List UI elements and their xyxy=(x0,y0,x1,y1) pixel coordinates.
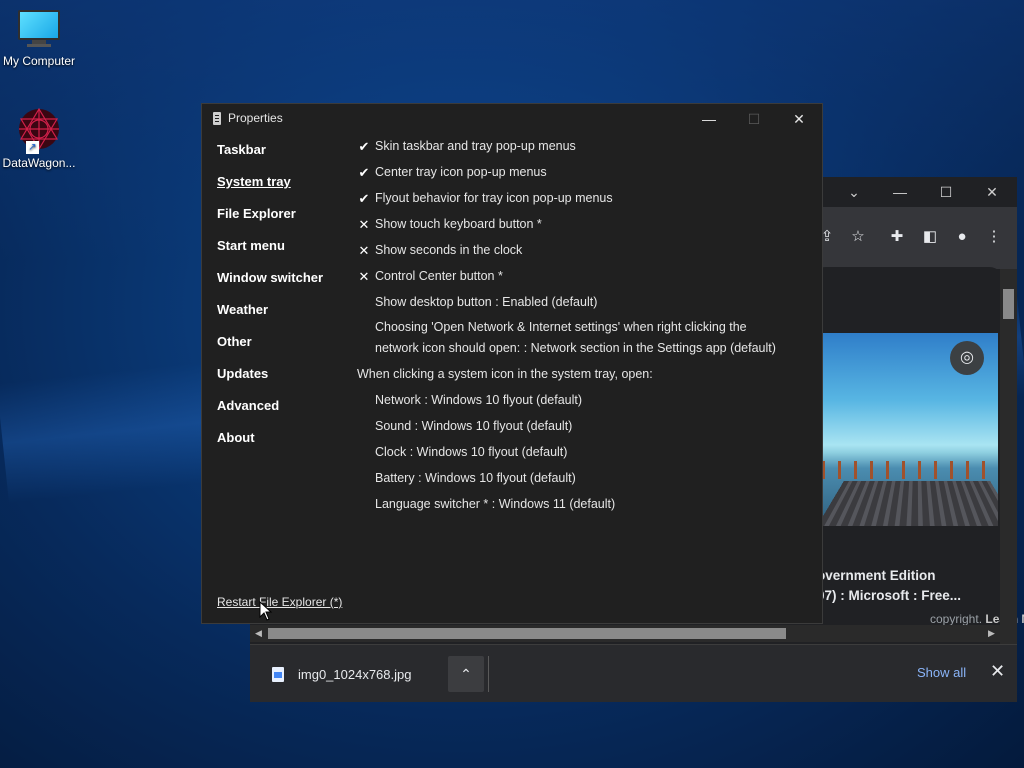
result-title[interactable]: overnment Edition 07) : Microsoft : Free… xyxy=(817,566,1017,606)
setting-label: Show touch keyboard button * xyxy=(375,217,542,231)
checkmark-icon: ✔ xyxy=(358,139,370,154)
setting-label: Clock : Windows 10 flyout (default) xyxy=(375,445,568,459)
setting-label: Flyout behavior for tray icon pop-up men… xyxy=(375,191,613,205)
setting-label: Skin taskbar and tray pop-up menus xyxy=(375,139,576,153)
download-bar: img0_1024x768.jpg ⌃ Show all ✕ xyxy=(250,644,1017,702)
setting-label: Show seconds in the clock xyxy=(375,243,523,257)
nav-weather[interactable]: Weather xyxy=(217,302,268,317)
show-all-link[interactable]: Show all xyxy=(917,665,966,680)
desktop-icon-label: My Computer xyxy=(2,54,76,68)
result-title-line1: overnment Edition xyxy=(817,568,936,583)
cross-icon: ✕ xyxy=(358,217,370,232)
setting-label: Battery : Windows 10 flyout (default) xyxy=(375,471,576,485)
star-icon[interactable]: ☆ xyxy=(846,225,870,249)
checkmark-icon: ✔ xyxy=(358,191,370,206)
desktop-icon-my-computer[interactable]: My Computer xyxy=(0,10,81,68)
horizontal-scrollbar[interactable]: ◀ ▶ xyxy=(250,625,1000,642)
browser-close-button[interactable]: ✕ xyxy=(969,177,1015,207)
vertical-scrollbar-thumb[interactable] xyxy=(1003,289,1014,319)
scroll-right-icon[interactable]: ▶ xyxy=(983,625,1000,642)
shortcut-arrow-icon: ↗ xyxy=(26,141,39,154)
extensions-icon[interactable]: ✚ xyxy=(885,225,909,249)
browser-minimize-button[interactable]: — xyxy=(877,177,923,207)
image-file-icon xyxy=(272,666,284,682)
lens-search-icon[interactable]: ◎ xyxy=(950,341,984,375)
nav-file-explorer[interactable]: File Explorer xyxy=(217,206,296,221)
setting-label: Language switcher * : Windows 11 (defaul… xyxy=(375,497,616,511)
mouse-cursor-icon xyxy=(259,601,273,621)
setting-label: Control Center button * xyxy=(375,269,503,283)
minimize-button[interactable]: — xyxy=(686,104,732,134)
setting-label: Network : Windows 10 flyout (default) xyxy=(375,393,583,407)
setting-label: Show desktop button : Enabled (default) xyxy=(375,295,598,309)
nav-other[interactable]: Other xyxy=(217,334,252,349)
download-item[interactable]: img0_1024x768.jpg xyxy=(272,657,411,691)
nav-advanced[interactable]: Advanced xyxy=(217,398,279,413)
browser-maximize-button[interactable]: ☐ xyxy=(923,177,969,207)
download-divider xyxy=(488,656,489,692)
tab-search-chevron-icon[interactable]: ⌄ xyxy=(831,177,877,207)
download-bar-close-button[interactable]: ✕ xyxy=(990,661,1005,682)
setting-label: Sound : Windows 10 flyout (default) xyxy=(375,419,573,433)
section-heading-text: When clicking a system icon in the syste… xyxy=(357,367,653,381)
nav-system-tray[interactable]: System tray xyxy=(217,174,291,189)
side-panel-icon[interactable]: ◧ xyxy=(918,225,942,249)
nav-about[interactable]: About xyxy=(217,430,255,445)
properties-titlebar[interactable]: Properties — ☐ ✕ xyxy=(202,104,822,134)
document-icon xyxy=(213,112,221,125)
setting-label-line1: Choosing 'Open Network & Internet settin… xyxy=(375,320,747,334)
nav-start-menu[interactable]: Start menu xyxy=(217,238,285,253)
window-title: Properties xyxy=(228,111,283,125)
profile-icon[interactable]: ● xyxy=(950,225,974,249)
cross-icon: ✕ xyxy=(358,269,370,284)
computer-icon xyxy=(17,10,61,50)
menu-icon[interactable]: ⋮ xyxy=(982,225,1006,249)
desktop-icon-label: DataWagon... xyxy=(2,156,76,170)
datawagon-logo-icon: ↗ xyxy=(16,106,62,154)
vertical-scrollbar[interactable] xyxy=(1000,269,1017,697)
checkmark-icon: ✔ xyxy=(358,165,370,180)
maximize-button: ☐ xyxy=(747,111,761,127)
nav-updates[interactable]: Updates xyxy=(217,366,268,381)
desktop-icon-datawagon[interactable]: ↗ DataWagon... xyxy=(0,106,81,170)
horizontal-scrollbar-thumb[interactable] xyxy=(268,628,786,639)
nav-window-switcher[interactable]: Window switcher xyxy=(217,270,323,285)
scroll-left-icon[interactable]: ◀ xyxy=(250,625,267,642)
copyright-text: copyright. xyxy=(930,612,983,626)
download-file-name: img0_1024x768.jpg xyxy=(298,666,412,682)
properties-window[interactable]: Properties — ☐ ✕ Taskbar System tray Fil… xyxy=(201,103,823,624)
restart-file-explorer-link[interactable]: Restart File Explorer (*) xyxy=(217,595,342,609)
result-title-line2: 07) : Microsoft : Free... xyxy=(817,588,962,603)
download-options-chevron-icon[interactable]: ⌃ xyxy=(448,656,484,692)
setting-label: Center tray icon pop-up menus xyxy=(375,165,547,179)
setting-label-line2: network icon should open: : Network sect… xyxy=(375,341,776,355)
close-button[interactable]: ✕ xyxy=(776,104,822,134)
nav-taskbar[interactable]: Taskbar xyxy=(217,142,266,157)
cross-icon: ✕ xyxy=(358,243,370,258)
